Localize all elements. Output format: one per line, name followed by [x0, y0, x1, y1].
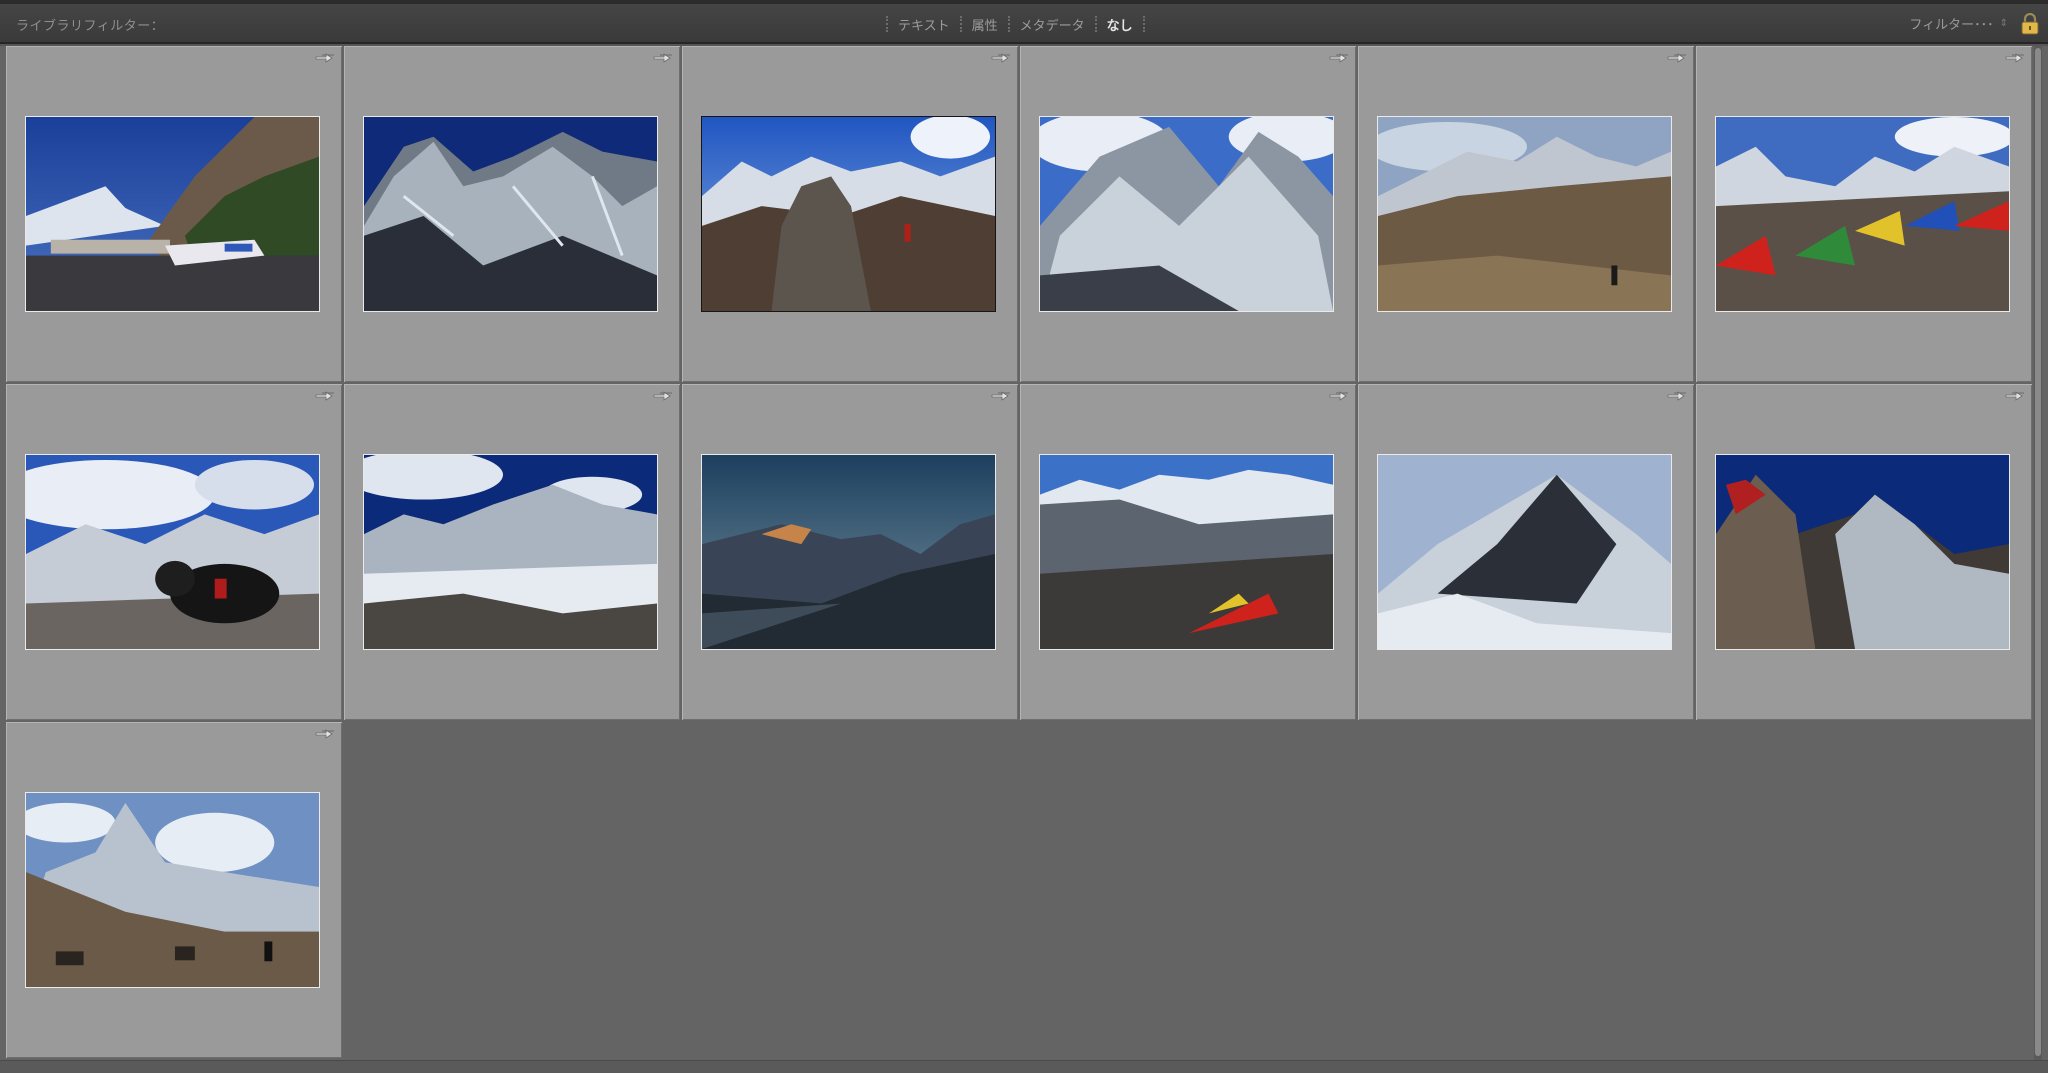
separator [1142, 16, 1145, 32]
rotate-arrows-icon[interactable] [652, 388, 674, 402]
library-filter-label: ライブラリフィルター： [16, 19, 165, 34]
rotate-arrows-icon[interactable] [2004, 388, 2026, 402]
rotate-arrows-icon[interactable] [1328, 50, 1350, 64]
rotate-arrows-icon[interactable] [1328, 388, 1350, 402]
thumbnail-cell[interactable] [1696, 384, 2032, 720]
photo-lukla-airstrip[interactable] [25, 116, 320, 312]
thumbnail-cell[interactable] [6, 384, 342, 720]
filter-preset-dropdown[interactable]: フィルター･･･ ⇕ [1909, 14, 2008, 33]
thumbnail-cell[interactable] [682, 384, 1018, 720]
separator [1094, 16, 1097, 32]
thumbnail-cell[interactable] [1020, 384, 1356, 720]
thumbnail-cell[interactable] [344, 46, 680, 382]
thumbnail-cell[interactable] [1696, 46, 2032, 382]
thumbnail-cell[interactable] [1358, 46, 1694, 382]
library-filter-bar: ライブラリフィルター： テキスト 属性 メタデータ なし フィルター･･･ ⇕ [0, 4, 2048, 44]
grid-scrollbar[interactable] [2034, 46, 2042, 1060]
tab-none[interactable]: なし [1107, 15, 1133, 34]
photo-rocky-summit-hiker[interactable] [701, 116, 996, 312]
photo-khumbu-glacier[interactable] [363, 454, 658, 650]
photo-nuptse-peaks[interactable] [1039, 116, 1334, 312]
thumbnail-cell[interactable] [6, 722, 342, 1058]
rotate-arrows-icon[interactable] [652, 50, 674, 64]
photo-everest-pyramid[interactable] [1377, 454, 1672, 650]
rotate-arrows-icon[interactable] [2004, 50, 2026, 64]
padlock-icon[interactable] [2020, 13, 2040, 35]
rotate-arrows-icon[interactable] [314, 50, 336, 64]
scrollbar-thumb[interactable] [2035, 48, 2041, 1056]
thumbnail-cell[interactable] [1358, 384, 1694, 720]
rotate-arrows-icon[interactable] [1666, 50, 1688, 64]
thumbnail-cell[interactable] [1020, 46, 1356, 382]
thumbnail-cell[interactable] [6, 46, 342, 382]
photo-everest-lhotse-wall[interactable] [363, 116, 658, 312]
tab-metadata[interactable]: メタデータ [1020, 15, 1085, 34]
rotate-arrows-icon[interactable] [990, 388, 1012, 402]
photo-gokyo-ri-flags[interactable] [1039, 454, 1334, 650]
rotate-arrows-icon[interactable] [1666, 388, 1688, 402]
tab-attribute[interactable]: 属性 [972, 15, 998, 34]
photo-kala-patthar[interactable] [1715, 454, 2010, 650]
rotate-arrows-icon[interactable] [314, 726, 336, 740]
photo-yak[interactable] [25, 454, 320, 650]
rotate-arrows-icon[interactable] [990, 50, 1012, 64]
filter-preset-label: フィルター･･･ [1909, 18, 1994, 33]
filter-tabs: テキスト 属性 メタデータ なし [876, 14, 1155, 34]
bottom-edge [0, 1060, 2048, 1073]
chevron-updown-icon: ⇕ [1999, 18, 2008, 29]
separator [1007, 16, 1010, 32]
photo-valley-trekker[interactable] [1377, 116, 1672, 312]
rotate-arrows-icon[interactable] [314, 388, 336, 402]
thumbnail-cell[interactable] [344, 384, 680, 720]
photo-ama-dablam-yaks[interactable] [25, 792, 320, 988]
separator [886, 16, 888, 32]
thumbnail-cell[interactable] [682, 46, 1018, 382]
photo-prayer-flags[interactable] [1715, 116, 2010, 312]
tab-text[interactable]: テキスト [898, 15, 950, 34]
photo-dusk-valley[interactable] [701, 454, 996, 650]
separator [959, 16, 962, 32]
library-grid-view: ライブラリフィルター： テキスト 属性 メタデータ なし フィルター･･･ ⇕ [0, 0, 2048, 1073]
thumbnail-grid [6, 46, 2032, 1060]
